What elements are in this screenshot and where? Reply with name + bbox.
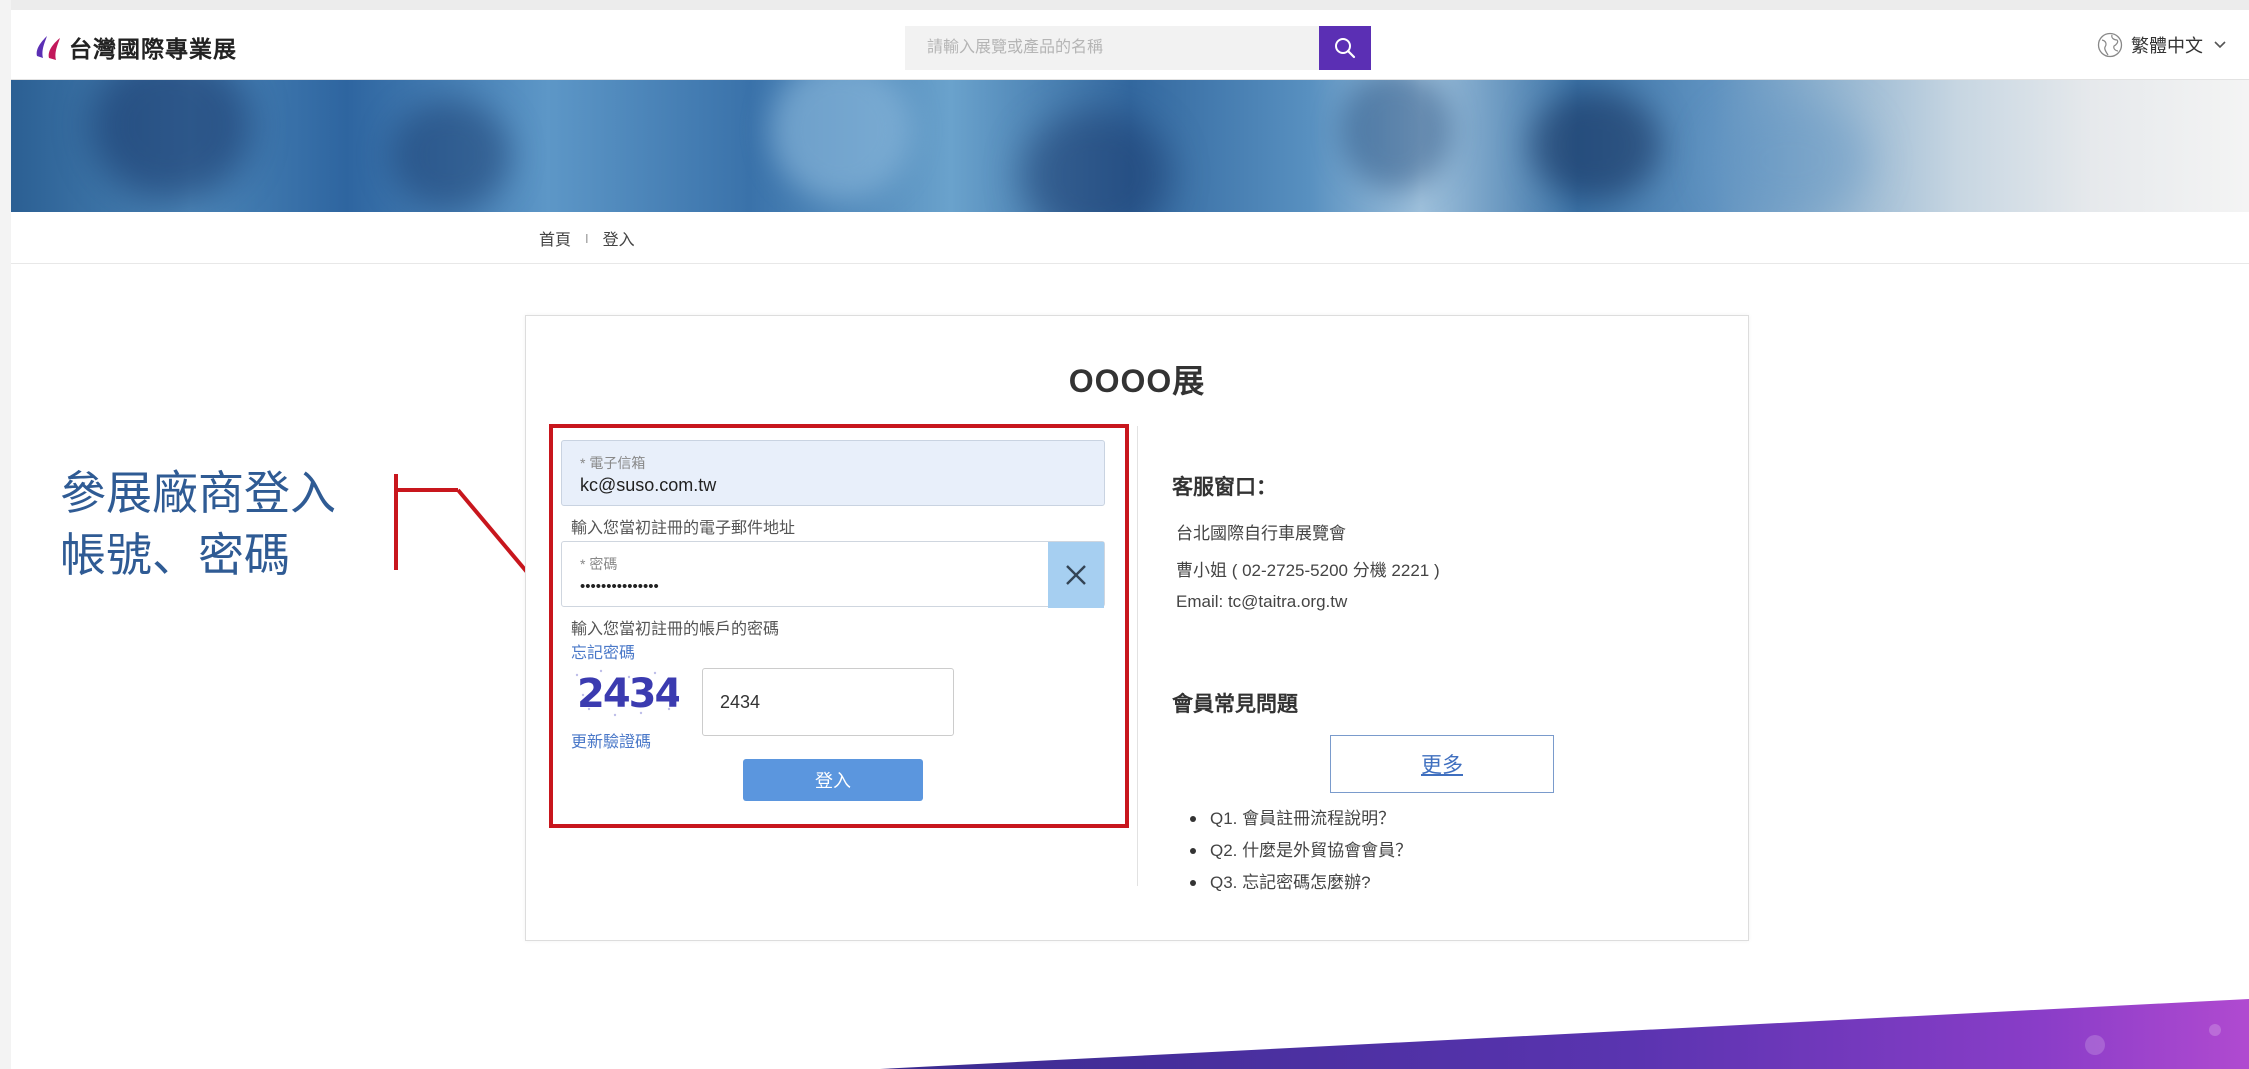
browser-top-strip	[0, 0, 2249, 10]
email-hint: 輸入您當初註冊的電子郵件地址	[571, 520, 796, 537]
header-banner	[11, 80, 2249, 212]
logo-text: 台灣國際專業展	[69, 36, 237, 62]
breadcrumb: 首頁 I 登入	[539, 226, 635, 250]
refresh-captcha-link[interactable]: 更新驗證碼	[571, 728, 651, 752]
language-selector[interactable]: 繁體中文	[2097, 32, 2227, 58]
service-org: 台北國際自行車展覽會	[1176, 524, 1346, 543]
email-field[interactable]: * 電子信箱 kc@suso.com.tw	[561, 440, 1105, 506]
search-bar	[905, 26, 1371, 70]
password-hint: 輸入您當初註冊的帳戶的密碼	[571, 621, 780, 638]
breadcrumb-home[interactable]: 首頁	[539, 226, 571, 250]
service-contact: 曹小姐 ( 02-2725-5200 分機 2221 )	[1176, 561, 1440, 580]
faq-list: Q1. 會員註冊流程說明？ Q2. 什麼是外貿協會會員？ Q3. 忘記密碼怎麼辦…	[1186, 803, 1412, 899]
annotation-line-1: 參展廠商登入	[60, 466, 336, 520]
service-email: Email: tc@taitra.org.tw	[1176, 592, 1348, 611]
faq-item[interactable]: Q3. 忘記密碼怎麼辦?	[1186, 867, 1412, 899]
search-icon	[1335, 38, 1356, 59]
faq-item[interactable]: Q1. 會員註冊流程說明？	[1186, 803, 1412, 835]
annotation-text: 參展廠商登入 帳號、密碼	[60, 462, 336, 586]
clear-password-button[interactable]	[1048, 542, 1104, 608]
search-input[interactable]	[905, 26, 1319, 70]
globe-icon	[2097, 32, 2123, 58]
annotation-line-2: 帳號、密碼	[60, 528, 290, 582]
login-highlight-box: * 電子信箱 kc@suso.com.tw 輸入您當初註冊的電子郵件地址 * 密…	[549, 424, 1129, 828]
captcha-image: 2434	[571, 665, 679, 721]
left-gutter	[0, 0, 11, 1069]
chevron-down-icon	[2214, 41, 2226, 49]
faq-title: 會員常見問題	[1172, 693, 1298, 716]
password-value: •••••••••••••••	[580, 578, 659, 595]
exhibition-title: OOOO展	[1068, 363, 1206, 399]
password-field[interactable]: * 密碼 •••••••••••••••	[561, 541, 1105, 608]
column-divider	[1137, 426, 1138, 886]
breadcrumb-separator: I	[585, 230, 589, 246]
search-button[interactable]	[1319, 26, 1371, 70]
captcha-input[interactable]	[702, 668, 954, 736]
email-value: kc@suso.com.tw	[580, 475, 717, 495]
captcha-text: 2434	[577, 671, 679, 717]
site-logo[interactable]: 台灣國際專業展	[31, 30, 237, 64]
password-label: * 密碼	[580, 556, 618, 572]
more-faq-label: 更多	[1421, 754, 1463, 777]
footer-decoration	[880, 999, 2249, 1069]
service-title: 客服窗口：	[1172, 476, 1277, 499]
site-header: 台灣國際專業展 繁體中文	[11, 10, 2249, 80]
faq-item[interactable]: Q2. 什麼是外貿協會會員？	[1186, 835, 1412, 867]
close-icon	[1066, 565, 1086, 585]
breadcrumb-current: 登入	[602, 232, 635, 249]
login-card: OOOO展 * 電子信箱 kc@suso.com.tw 輸入您當初註冊的電子郵件…	[525, 315, 1749, 941]
forgot-password-link[interactable]: 忘記密碼	[571, 639, 635, 663]
more-faq-button[interactable]: 更多	[1330, 735, 1554, 793]
language-label: 繁體中文	[2131, 36, 2203, 56]
logo-icon	[36, 36, 60, 60]
breadcrumb-bar: 首頁 I 登入	[11, 212, 2249, 264]
email-label: * 電子信箱	[580, 455, 646, 471]
login-button[interactable]: 登入	[743, 759, 923, 801]
